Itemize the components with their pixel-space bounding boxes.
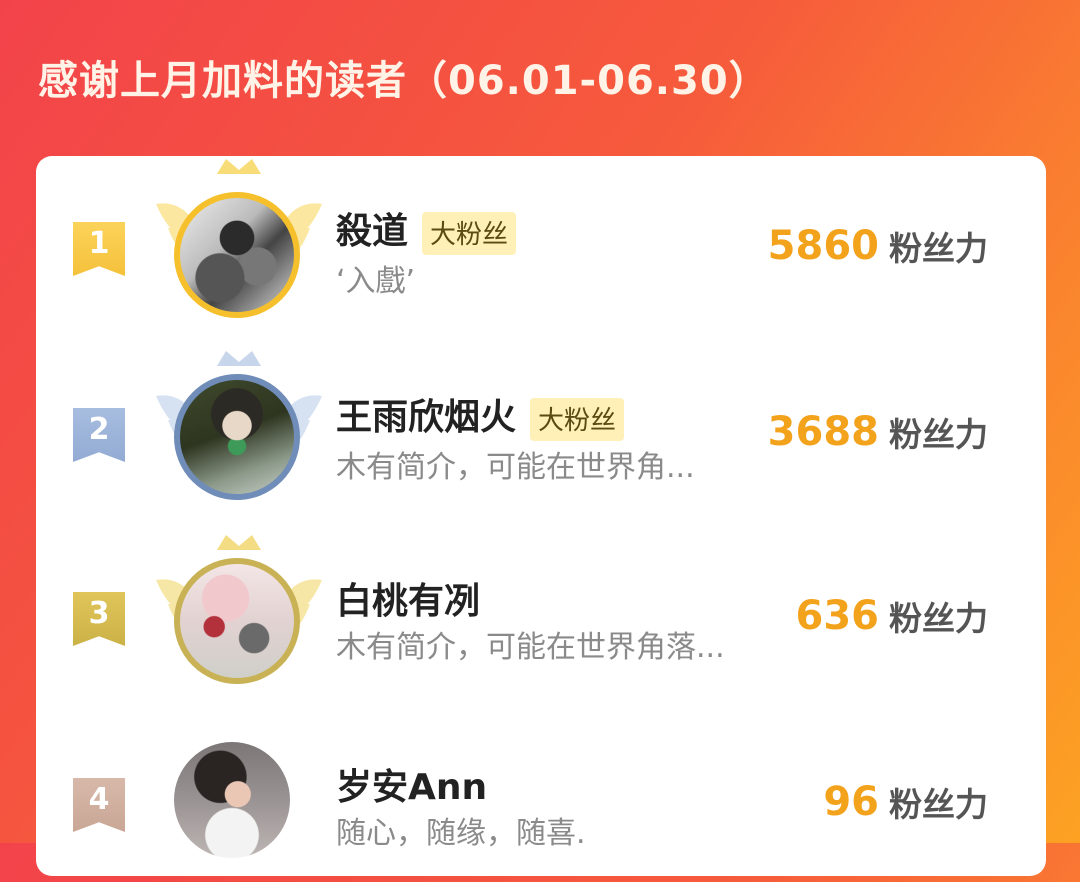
reader-bio: 木有简介，可能在世界角... [336,450,695,485]
page-title: 感谢上月加料的读者（06.01-06.30） [38,58,770,104]
reader-ranking-list: 1 殺道 大粉丝 ‘入戲’ 5860 粉丝力 2 王雨欣烟火 大粉丝 木有简介，… [36,156,1046,876]
rank-badge: 1 [73,222,125,276]
fan-power-score: 96 粉丝力 [823,779,988,825]
avatar[interactable] [174,374,300,500]
reader-name[interactable]: 王雨欣烟火 大粉丝 [336,388,625,441]
fan-power-score: 3688 粉丝力 [767,409,988,455]
avatar[interactable] [174,558,300,684]
rank-badge: 3 [73,592,125,646]
list-item[interactable]: 3 白桃有冽 木有简介，可能在世界角落... 636 粉丝力 [36,526,1046,696]
fan-level-badge: 大粉丝 [530,397,625,441]
avatar[interactable] [174,742,290,858]
reader-bio: 随心，随缘，随喜. [336,816,586,851]
reader-name[interactable]: 殺道 大粉丝 [336,202,517,255]
fan-power-score: 636 粉丝力 [795,593,989,639]
reader-name[interactable]: 岁安Ann [336,758,487,810]
reader-bio: 木有简介，可能在世界角落... [336,630,725,665]
rank-badge: 2 [73,408,125,462]
list-item[interactable]: 4 岁安Ann 随心，随缘，随喜. 96 粉丝力 [36,712,1046,882]
fan-power-score: 5860 粉丝力 [767,223,988,269]
avatar[interactable] [174,192,300,318]
reader-name[interactable]: 白桃有冽 [336,572,480,624]
fan-level-badge: 大粉丝 [422,211,517,255]
rank-badge: 4 [73,778,125,832]
reader-bio: ‘入戲’ [336,264,416,299]
list-item[interactable]: 2 王雨欣烟火 大粉丝 木有简介，可能在世界角... 3688 粉丝力 [36,342,1046,512]
list-item[interactable]: 1 殺道 大粉丝 ‘入戲’ 5860 粉丝力 [36,156,1046,326]
